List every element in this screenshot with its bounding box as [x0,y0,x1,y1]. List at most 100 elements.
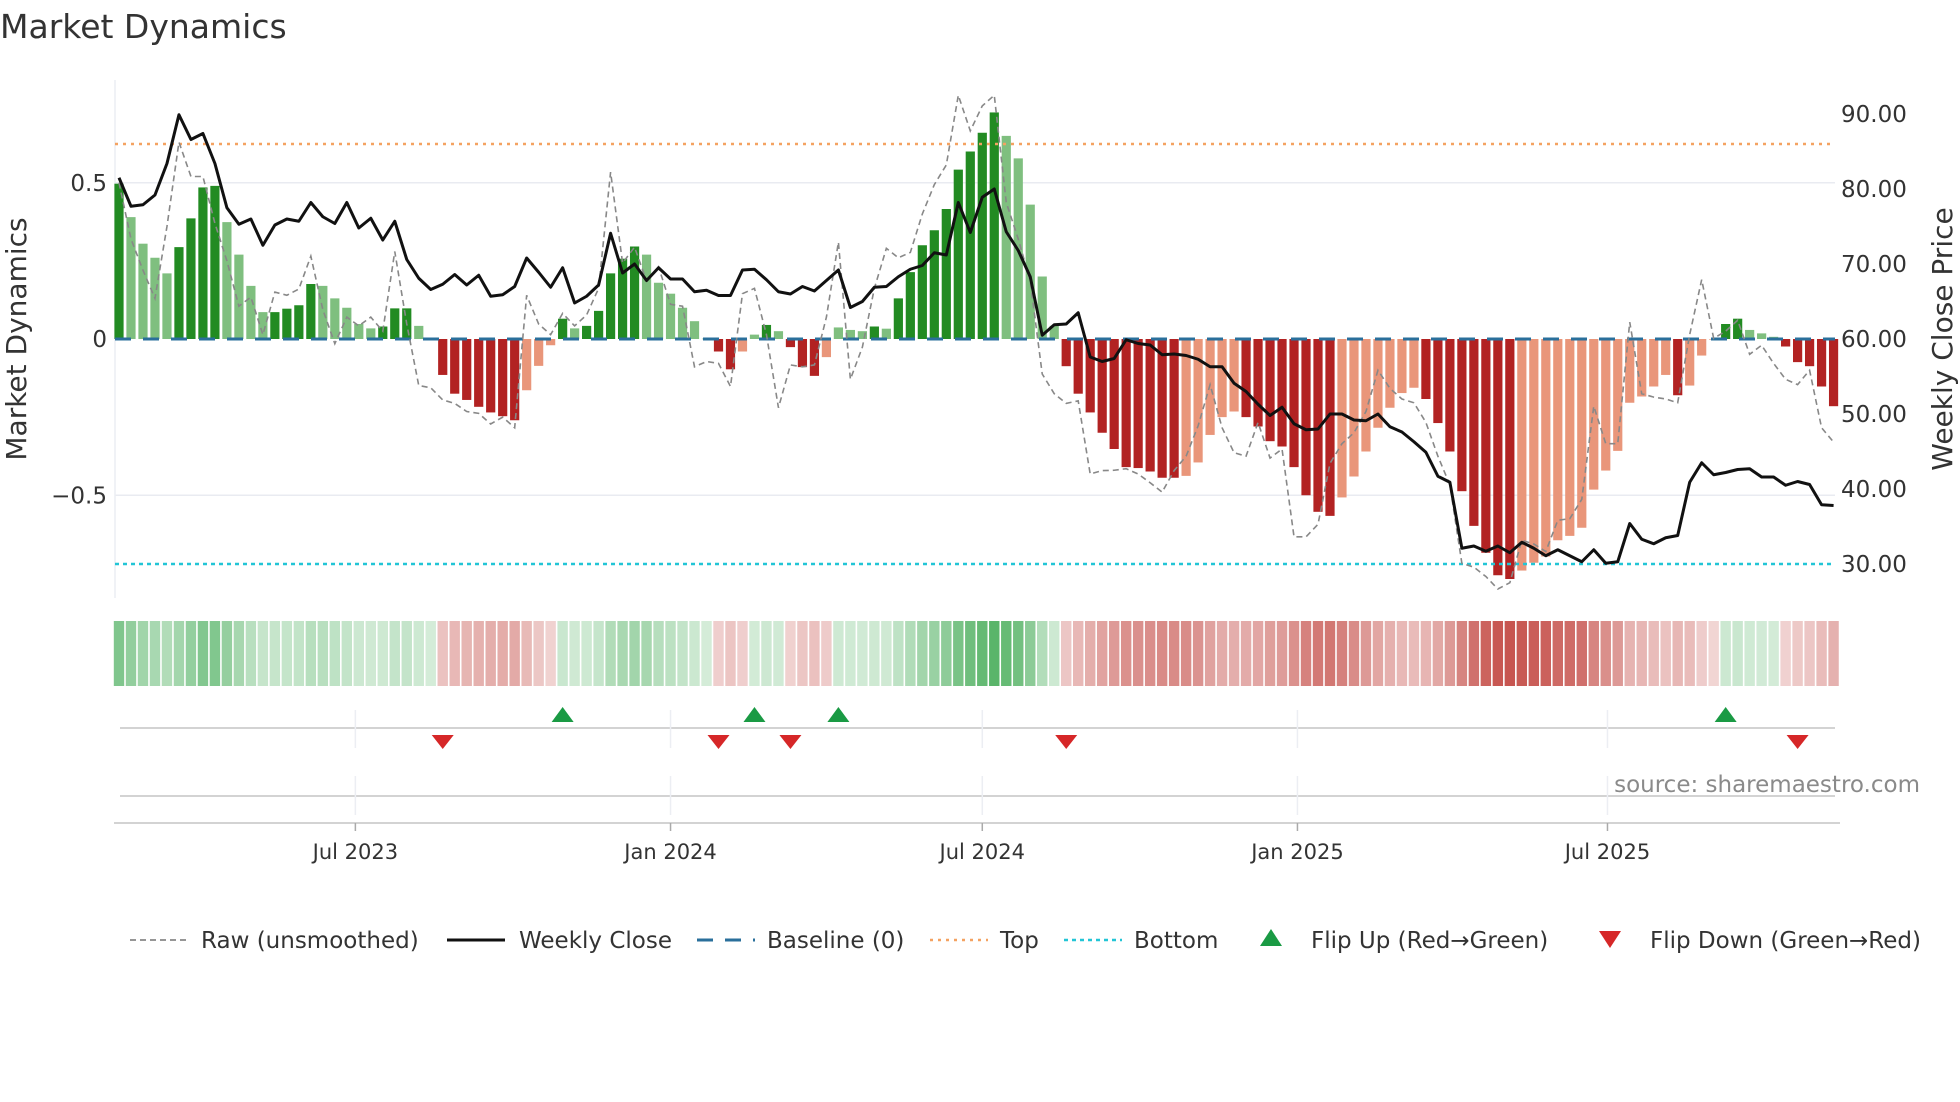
dynamics-bar [1553,339,1563,541]
heat-cell [173,621,185,686]
heat-cell [161,621,173,686]
dynamics-bar [1241,339,1251,418]
dynamics-bar [486,339,496,413]
dynamics-bar [534,339,544,366]
dynamics-bar [1793,339,1803,363]
heat-cell [1492,621,1504,686]
heat-cell [1552,621,1563,686]
heat-cell [749,621,760,686]
dynamics-bar [809,339,820,376]
dynamics-bar [558,318,568,339]
dynamics-bar [186,218,196,339]
legend-label: Baseline (0) [767,928,904,954]
heat-cell [1708,621,1719,686]
dynamics-bar [282,308,292,339]
dynamics-bar [1601,339,1611,471]
dynamics-bar [653,282,664,339]
heat-cell [485,621,496,686]
heat-cell [725,621,736,686]
y-tick-label: 0.5 [70,171,107,197]
heat-cell [1216,621,1228,686]
dynamics-bar [665,293,676,339]
heat-cell [1013,621,1024,686]
heat-cell [977,621,988,686]
heat-cell [1516,621,1528,686]
heat-cell [1480,621,1492,686]
dynamics-bar [138,243,148,339]
heat-cell [1073,621,1084,686]
dynamics-bar [1325,339,1335,516]
heat-cell [1624,621,1635,686]
heat-cell [1061,621,1072,686]
dynamics-bar [390,308,400,339]
dynamics-bar [594,310,604,339]
heat-cell [341,621,353,686]
dynamics-bar [1337,339,1347,498]
heat-cell [221,621,233,686]
heat-cell [149,621,161,686]
x-tick-label: Jul 2023 [311,840,398,864]
heat-cell [785,621,796,686]
heat-cell [1732,621,1743,686]
legend-label: Bottom [1134,928,1218,954]
heat-cell [425,621,436,686]
heat-cell [1156,621,1168,686]
flip-up-marker [827,707,850,722]
heat-cell [509,621,520,686]
dynamics-bar [582,325,592,339]
dynamics-bar [270,312,280,339]
heat-cell [473,621,484,686]
dynamics-bar [366,328,376,339]
dynamics-bar [1469,339,1479,526]
heat-cell [1132,621,1144,686]
heat-cell [1456,621,1468,686]
market-dynamics-chart: Market Dynamics Market Dynamics Weekly C… [0,7,1959,954]
dynamics-bar [1685,339,1695,386]
dynamics-bar [929,230,939,339]
dynamics-bar [1301,339,1311,496]
heat-cell [1804,621,1815,686]
dynamics-bar [1121,339,1131,468]
heat-cell [965,621,976,686]
heat-cell [581,621,592,686]
heat-cell [305,621,317,686]
heat-cell [1192,621,1204,686]
heat-strip [113,621,1839,686]
heat-cell [401,621,412,686]
heat-cell [1025,621,1036,686]
heat-cell [809,621,820,686]
heat-cell [953,621,964,686]
dynamics-bar [498,339,508,417]
dynamics-bar [1481,339,1491,553]
dynamics-bar [306,284,316,339]
heat-cell [233,621,245,686]
source-note: source: sharemaestro.com [1614,772,1920,798]
dynamics-bar [749,334,760,339]
heat-cell [1768,621,1779,686]
dynamics-bar [905,272,915,339]
dynamics-bar [1133,339,1143,469]
dynamics-bar [1097,339,1107,433]
heat-cell [293,621,305,686]
heat-cell [905,621,916,686]
dynamics-bar [965,151,975,339]
dynamics-bar [414,325,424,339]
dynamics-bar [1385,339,1395,408]
dynamics-bar [462,339,472,400]
dynamics-bar [1649,339,1659,387]
heat-cell [1240,621,1252,686]
x-tick-label: Jan 2024 [622,840,717,864]
heat-cell [521,621,532,686]
heat-cell [1264,621,1276,686]
heat-cell [1108,621,1120,686]
legend-label: Flip Up (Red→Green) [1311,928,1548,954]
heat-cell [1588,621,1599,686]
dynamics-bar [881,328,891,339]
legend: Raw (unsmoothed) Weekly Close Baseline (0)… [130,928,1921,954]
dynamics-bar [989,112,999,339]
dynamics-bar [1816,339,1827,387]
heat-cell [893,621,904,686]
dynamics-bar [1433,339,1443,424]
chart-title: Market Dynamics [0,7,287,46]
heat-cell [209,621,221,686]
